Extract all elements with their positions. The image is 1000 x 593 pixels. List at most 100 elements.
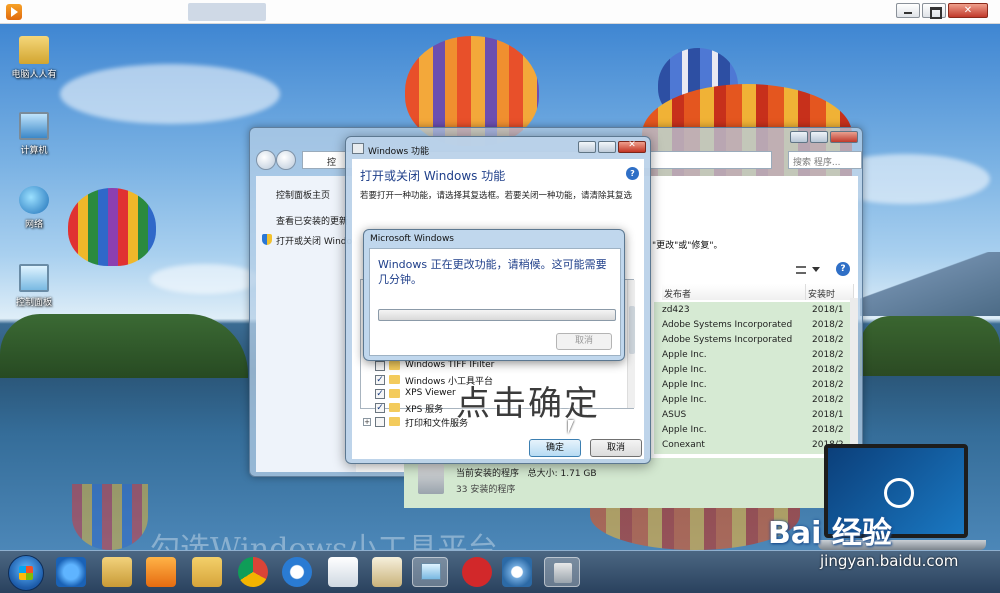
scrollbar-thumb[interactable] (629, 306, 635, 354)
features-scrollbar[interactable] (627, 280, 635, 408)
start-button[interactable] (8, 555, 44, 591)
help-icon[interactable]: ? (836, 262, 850, 276)
search-input[interactable]: 搜索 程序... (788, 151, 862, 169)
document-icon[interactable] (328, 557, 358, 587)
desktop-icon-label: 电脑人人有 (11, 70, 57, 80)
progress-message: Windows 正在更改功能，请稍候。这可能需要几分钟。 (378, 258, 607, 286)
media-player-icon[interactable] (146, 557, 176, 587)
annotation-check-gadgets: 勾选Windows小工具平台 (150, 532, 498, 550)
status-size: 总大小: 1.71 GB (527, 469, 597, 479)
row-publisher: Apple Inc. (662, 350, 707, 360)
wf-maximize-button[interactable] (598, 141, 616, 153)
feature-checkbox[interactable] (375, 361, 385, 371)
desktop-icon-network[interactable]: 网络 (6, 186, 62, 230)
mountain (860, 252, 1000, 316)
wf-close-button[interactable] (618, 140, 646, 153)
folder-icon (389, 389, 400, 398)
trees-left (0, 314, 248, 378)
table-row[interactable]: Adobe Systems Incorporated 2018/2 (662, 319, 854, 334)
progress-dialog: Microsoft Windows Windows 正在更改功能，请稍候。这可能… (363, 229, 625, 361)
progress-cancel-button[interactable]: 取消 (556, 333, 612, 350)
player-app-icon (6, 4, 22, 20)
player-tab-thumbnail[interactable] (188, 3, 266, 21)
row-publisher: Apple Inc. (662, 425, 707, 435)
feature-checkbox[interactable]: ✓ (375, 389, 385, 399)
desktop-icon-label: 计算机 (20, 146, 48, 156)
row-publisher: zd423 (662, 305, 690, 315)
control-panel-icon (421, 563, 441, 580)
watermark-url: jingyan.baidu.com (820, 552, 959, 570)
progress-bar (378, 309, 616, 321)
row-publisher: Adobe Systems Incorporated (662, 320, 793, 330)
pinwheel-icon[interactable] (502, 557, 532, 587)
sidebar-link-installed-updates[interactable]: 查看已安装的更新 (276, 214, 348, 227)
help-icon[interactable]: ? (626, 167, 639, 180)
desktop-icon-user-folder[interactable]: 电脑人人有 (6, 36, 62, 80)
table-row[interactable]: Apple Inc. 2018/2 (662, 379, 854, 394)
dialog-title: Windows 功能 (368, 147, 430, 157)
row-date: 2018/2 (812, 365, 844, 375)
expand-plus-icon[interactable]: + (363, 418, 371, 426)
folder-icon (389, 403, 400, 412)
view-options-icon[interactable] (796, 264, 824, 276)
row-publisher: Apple Inc. (662, 365, 707, 375)
table-row[interactable]: Apple Inc. 2018/2 (662, 349, 854, 364)
row-publisher: Conexant (662, 440, 705, 450)
wf-minimize-button[interactable] (578, 141, 596, 153)
column-header-publisher[interactable]: 发布者 (662, 284, 806, 300)
player-minimize-button[interactable] (896, 3, 920, 18)
shield-icon (262, 234, 272, 245)
window-icon (352, 143, 364, 154)
row-publisher: ASUS (662, 410, 687, 420)
row-publisher: Adobe Systems Incorporated (662, 335, 793, 345)
table-row[interactable]: Apple Inc. 2018/2 (662, 394, 854, 409)
control-panel-taskbar-item[interactable] (412, 557, 448, 587)
features-icon (554, 563, 572, 583)
ok-button[interactable]: 确定 (529, 439, 581, 457)
column-header-installed-on[interactable]: 安装时 (806, 284, 854, 300)
cancel-button[interactable]: 取消 (590, 439, 642, 457)
browser-icon[interactable] (282, 557, 312, 587)
feature-checkbox[interactable]: ✓ (375, 375, 385, 385)
desktop-icon-computer[interactable]: 计算机 (6, 112, 62, 156)
baidu-watermark: Bai 经验 (768, 516, 892, 551)
folder-icon (389, 417, 400, 426)
row-date: 2018/2 (812, 335, 844, 345)
computer-icon (19, 112, 49, 140)
game-icon[interactable] (462, 557, 492, 587)
player-maximize-button[interactable] (922, 3, 946, 19)
player-close-button[interactable] (948, 3, 988, 18)
feature-checkbox[interactable]: ✓ (375, 403, 385, 413)
table-row[interactable]: Apple Inc. 2018/2 (662, 424, 854, 439)
desktop-icon-label: 控制面板 (15, 298, 52, 308)
paint-icon[interactable] (372, 557, 402, 587)
cp-maximize-button[interactable] (810, 131, 828, 143)
hot-air-balloon (68, 188, 156, 266)
programs-rows: zd423 2018/1 Adobe Systems Incorporated 20… (654, 302, 854, 454)
desktop-icon-control-panel[interactable]: 控制面板 (6, 264, 62, 308)
row-date: 2018/2 (812, 425, 844, 435)
address-text: 控 (327, 158, 337, 168)
sidebar-link-home[interactable]: 控制面板主页 (276, 188, 330, 201)
forward-button[interactable] (276, 150, 296, 170)
feature-checkbox[interactable] (375, 417, 385, 427)
back-button[interactable] (256, 150, 276, 170)
annotation-click-confirm: 点击确定 (456, 384, 600, 424)
chrome-icon[interactable] (238, 557, 268, 587)
row-date: 2018/1 (812, 305, 844, 315)
explorer-icon[interactable] (102, 557, 132, 587)
ie-icon[interactable] (56, 557, 86, 587)
user-folder-icon (19, 36, 49, 64)
control-panel-icon (19, 264, 49, 292)
table-scrollbar[interactable] (850, 298, 858, 464)
feature-label: XPS Viewer (405, 388, 456, 398)
cp-minimize-button[interactable] (790, 131, 808, 143)
features-taskbar-item[interactable] (544, 557, 580, 587)
table-row[interactable]: ASUS 2018/1 (662, 409, 854, 424)
table-row[interactable]: Adobe Systems Incorporated 2018/2 (662, 334, 854, 349)
table-row[interactable]: zd423 2018/1 (662, 304, 854, 319)
cp-close-button[interactable] (830, 131, 858, 143)
cp-sidebar: 控制面板主页 查看已安装的更新 打开或关闭 Windows 功能 (256, 176, 385, 472)
table-row[interactable]: Apple Inc. 2018/2 (662, 364, 854, 379)
folder-icon[interactable] (192, 557, 222, 587)
